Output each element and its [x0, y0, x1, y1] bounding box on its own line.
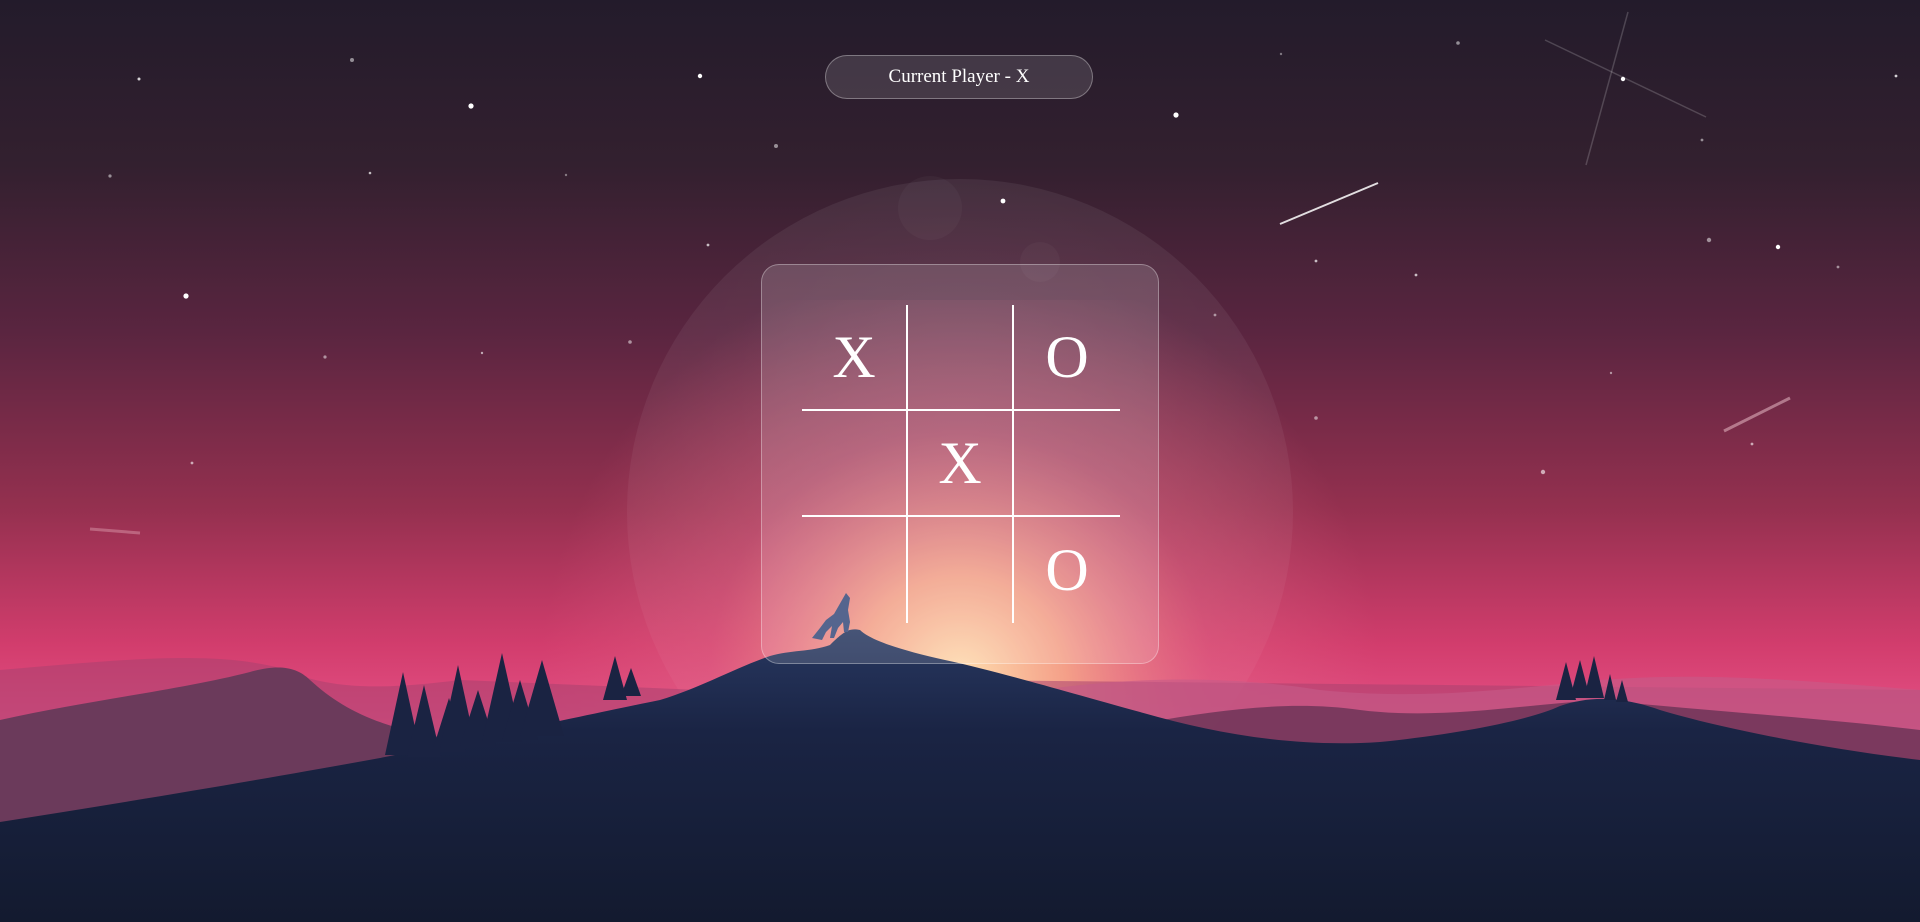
tic-tac-toe-grid: X O X O: [802, 305, 1120, 623]
board-cell-r3c2[interactable]: [908, 517, 1014, 623]
board-cell-r2c2[interactable]: X: [908, 411, 1014, 517]
board-cell-r1c1[interactable]: X: [802, 305, 908, 411]
current-player-label: Current Player - X: [888, 66, 1030, 87]
board-cell-r3c3[interactable]: O: [1014, 517, 1120, 623]
board-cell-r3c1[interactable]: [802, 517, 908, 623]
board-cell-r1c2[interactable]: [908, 305, 1014, 411]
board-cell-r2c1[interactable]: [802, 411, 908, 517]
board-cell-r1c3[interactable]: O: [1014, 305, 1120, 411]
board-cell-r2c3[interactable]: [1014, 411, 1120, 517]
current-player-indicator: Current Player - X: [825, 55, 1093, 99]
game-board-panel: X O X O: [761, 264, 1159, 664]
